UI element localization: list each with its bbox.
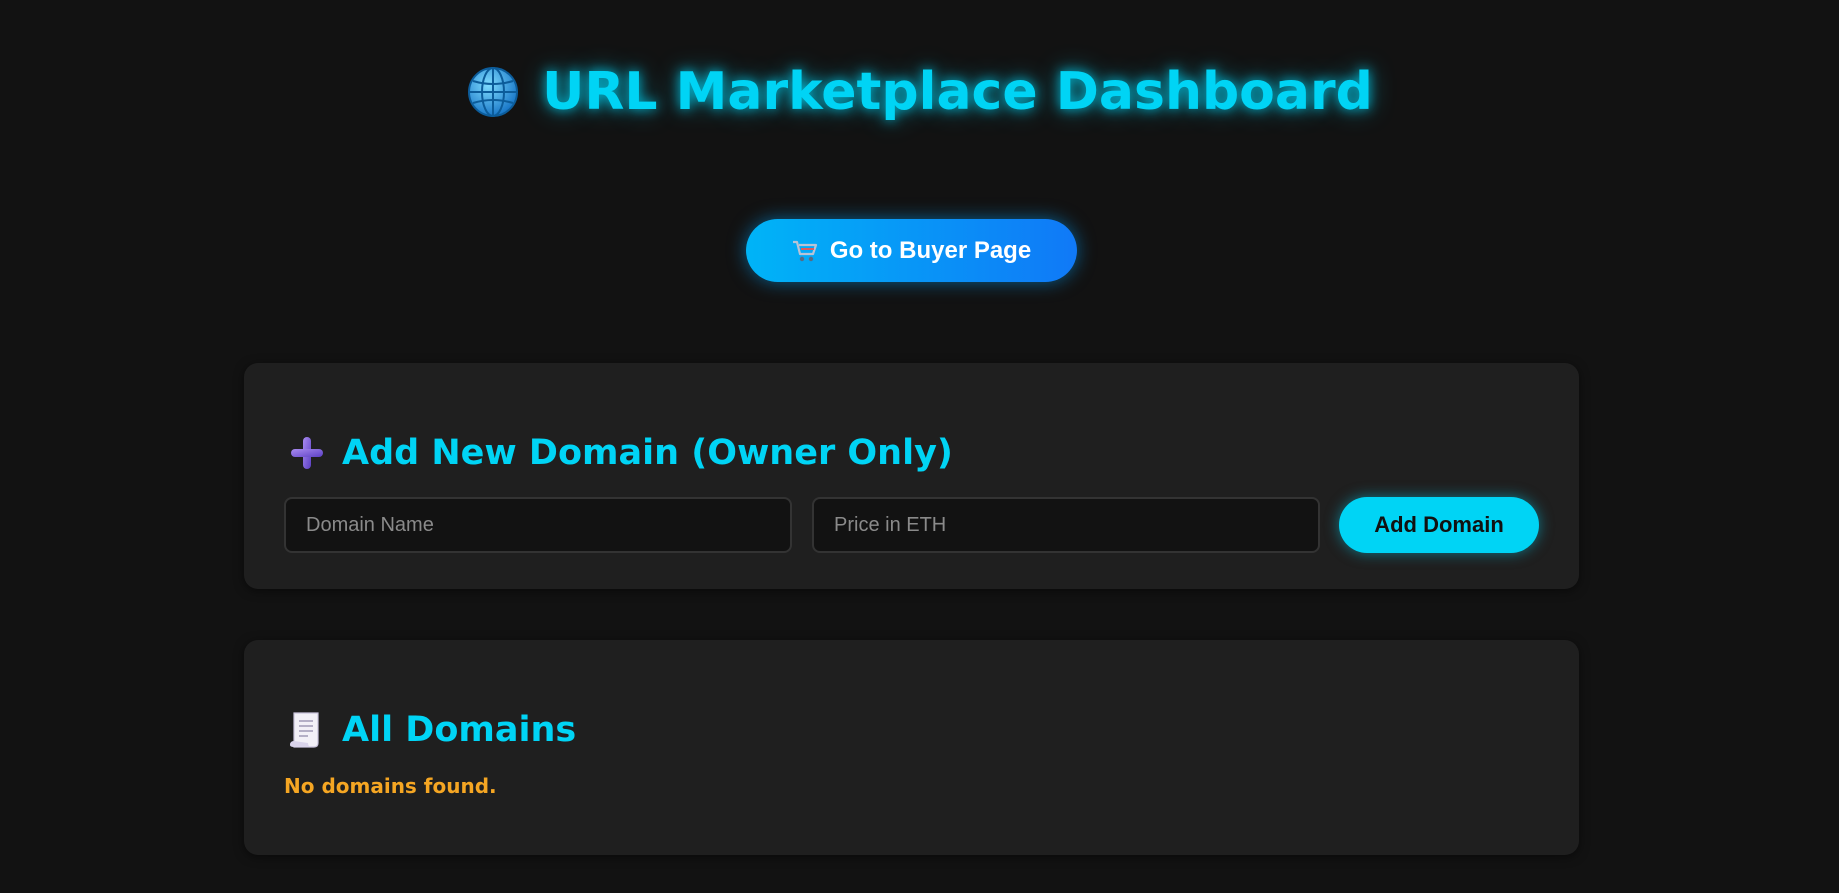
dashboard-page: URL Marketplace Dashboard Go to Buyer Pa… <box>0 0 1839 893</box>
add-domain-card: Add New Domain (Owner Only) Add Domain <box>244 363 1579 589</box>
plus-icon <box>288 434 326 472</box>
go-to-buyer-page-button[interactable]: Go to Buyer Page <box>746 219 1077 282</box>
empty-state-message: No domains found. <box>284 774 497 798</box>
all-domains-heading: All Domains <box>288 710 576 750</box>
all-domains-heading-text: All Domains <box>342 710 577 750</box>
price-eth-input[interactable] <box>812 497 1320 553</box>
cart-icon <box>792 239 818 263</box>
domain-name-input[interactable] <box>284 497 792 553</box>
add-domain-heading: Add New Domain (Owner Only) <box>288 433 953 473</box>
document-icon <box>288 711 326 749</box>
all-domains-card: All Domains No domains found. <box>244 640 1579 855</box>
add-domain-button[interactable]: Add Domain <box>1339 497 1539 553</box>
go-to-buyer-page-label: Go to Buyer Page <box>829 236 1032 264</box>
add-domain-heading-text: Add New Domain (Owner Only) <box>342 433 953 473</box>
page-title-text: URL Marketplace Dashboard <box>542 62 1373 122</box>
page-title: URL Marketplace Dashboard <box>0 62 1839 122</box>
globe-icon <box>466 65 520 119</box>
